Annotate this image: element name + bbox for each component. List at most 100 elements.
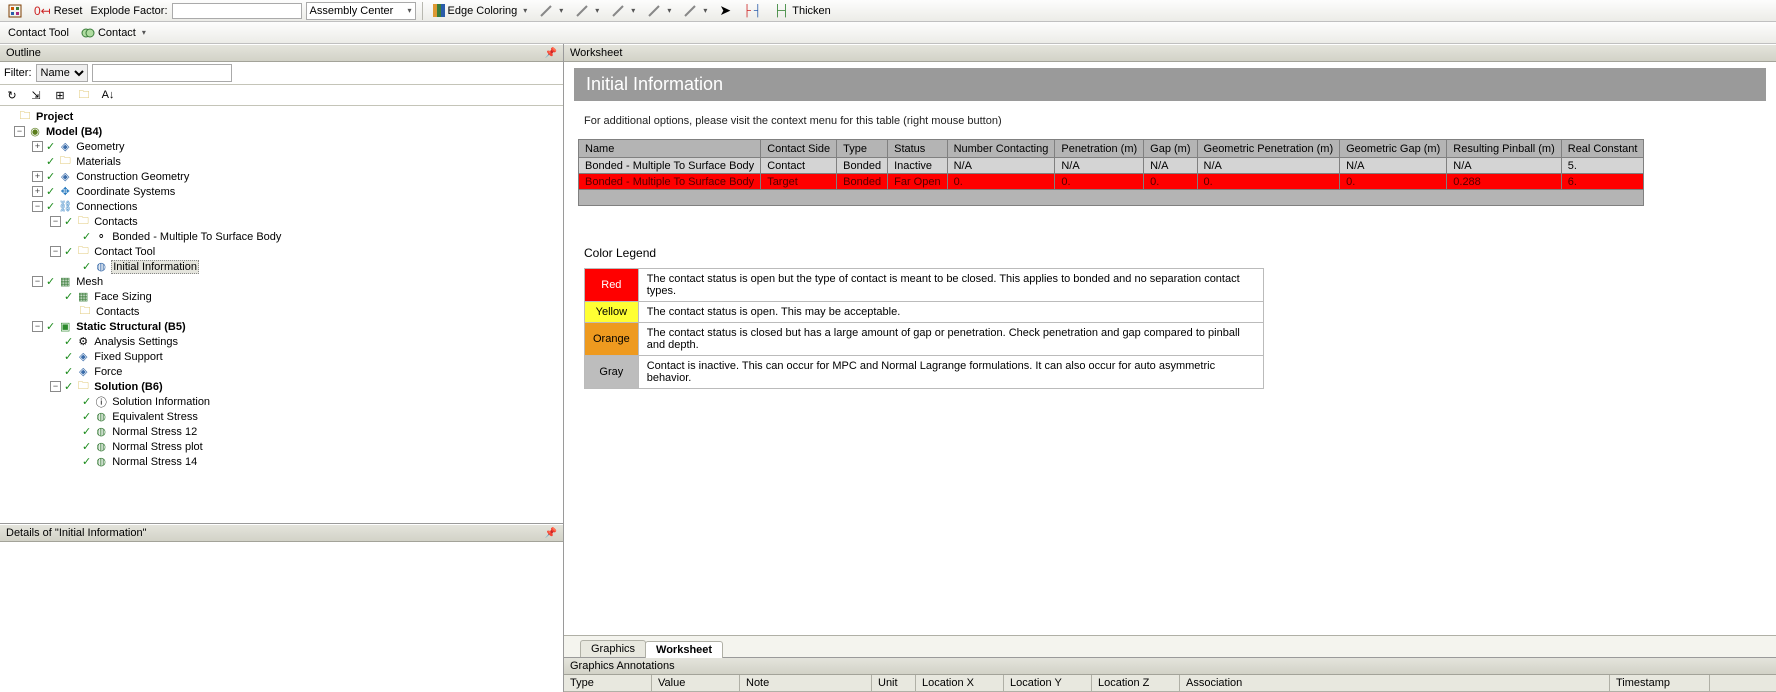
tree-connections[interactable]: Connections — [75, 201, 138, 213]
expander[interactable]: − — [50, 216, 61, 227]
tree-solution[interactable]: Solution (B6) — [93, 381, 163, 393]
tree-contact-tool[interactable]: Contact Tool — [93, 246, 156, 258]
expander[interactable]: − — [50, 246, 61, 257]
pin-icon[interactable]: 📌 — [545, 48, 557, 59]
tree-solinfo[interactable]: Solution Information — [111, 396, 211, 408]
contact-tool-button[interactable]: Contact Tool — [4, 26, 73, 40]
tree-analysis[interactable]: Analysis Settings — [93, 336, 179, 348]
tree-contacts2[interactable]: Contacts — [95, 306, 140, 318]
table-header[interactable]: Number Contacting — [947, 140, 1055, 158]
explode-factor-input[interactable] — [172, 3, 302, 19]
tab-worksheet[interactable]: Worksheet — [645, 641, 723, 658]
wire-tool-1[interactable] — [535, 3, 567, 19]
tree-constr-geom[interactable]: Construction Geometry — [75, 171, 190, 183]
reset-button[interactable]: 0↤ Reset — [30, 3, 86, 19]
expander[interactable]: + — [32, 141, 43, 152]
tree-ns14[interactable]: Normal Stress 14 — [111, 456, 198, 468]
check-icon: ✓ — [64, 365, 73, 378]
thicken-button[interactable]: ├┤ Thicken — [770, 4, 835, 18]
annotations-col[interactable]: Timestamp — [1610, 675, 1710, 691]
refresh-icon[interactable]: ↻ — [4, 87, 20, 103]
filter-text-input[interactable] — [92, 64, 232, 82]
table-header[interactable]: Geometric Penetration (m) — [1197, 140, 1340, 158]
tree-model[interactable]: Model (B4) — [45, 126, 103, 138]
contact-status-table[interactable]: NameContact SideTypeStatusNumber Contact… — [578, 139, 1644, 206]
expander[interactable]: − — [50, 381, 61, 392]
annotations-col[interactable]: Location Y — [1004, 675, 1092, 691]
tree-project[interactable]: Project — [35, 111, 74, 123]
table-header[interactable]: Real Constant — [1561, 140, 1644, 158]
wire-tool-3[interactable] — [607, 3, 639, 19]
static-icon: ▣ — [58, 320, 72, 334]
annotations-col[interactable]: Unit — [872, 675, 916, 691]
expander[interactable]: + — [32, 186, 43, 197]
outline-title: Outline — [6, 47, 41, 59]
random-colors-icon[interactable] — [4, 3, 26, 19]
wire-tool-4[interactable] — [643, 3, 675, 19]
tree-fixed[interactable]: Fixed Support — [93, 351, 163, 363]
table-header[interactable]: Gap (m) — [1144, 140, 1197, 158]
annotations-col[interactable]: Location X — [916, 675, 1004, 691]
expander[interactable]: − — [32, 321, 43, 332]
tree-materials[interactable]: Materials — [75, 156, 122, 168]
table-header[interactable]: Resulting Pinball (m) — [1447, 140, 1561, 158]
tab-graphics[interactable]: Graphics — [580, 640, 646, 657]
expander[interactable]: − — [32, 201, 43, 212]
contact-dropdown[interactable]: Contact — [77, 25, 150, 41]
details-body — [0, 542, 563, 692]
table-cell: Bonded - Multiple To Surface Body — [579, 174, 761, 190]
table-header[interactable]: Contact Side — [761, 140, 837, 158]
check-icon: ✓ — [82, 395, 91, 408]
tree-initial-info[interactable]: Initial Information — [111, 260, 199, 274]
table-header[interactable]: Type — [837, 140, 888, 158]
initinfo-icon: ◍ — [94, 260, 108, 274]
annotations-col[interactable]: Association — [1180, 675, 1610, 691]
measure-tool[interactable]: ├┤ — [739, 4, 766, 18]
edge-coloring-button[interactable]: Edge Coloring — [429, 3, 532, 18]
sort-icon[interactable]: A↓ — [100, 87, 116, 103]
legend-swatch: Red — [585, 269, 639, 302]
wire-tool-2[interactable] — [571, 3, 603, 19]
wire-tool-5[interactable] — [679, 3, 711, 19]
outline-tree[interactable]: 🗀Project −◉Model (B4) +✓◈Geometry ✓🗀Mate… — [0, 106, 563, 523]
ns14-icon: ◍ — [94, 455, 108, 469]
tree-bonded[interactable]: Bonded - Multiple To Surface Body — [111, 231, 282, 243]
view-tabs: Graphics Worksheet — [564, 635, 1776, 657]
thicken-label: Thicken — [792, 5, 831, 17]
tree-nsplot[interactable]: Normal Stress plot — [111, 441, 203, 453]
collapse-icon[interactable]: ⊞ — [52, 87, 68, 103]
annotations-col[interactable]: Location Z — [1092, 675, 1180, 691]
tree-ns12[interactable]: Normal Stress 12 — [111, 426, 198, 438]
tree-face-sizing[interactable]: Face Sizing — [93, 291, 152, 303]
tree-mesh[interactable]: Mesh — [75, 276, 104, 288]
expander[interactable]: + — [32, 171, 43, 182]
legend-desc: The contact status is closed but has a l… — [638, 323, 1263, 356]
tree-geometry[interactable]: Geometry — [75, 141, 125, 153]
pin-icon[interactable]: 📌 — [545, 528, 557, 539]
table-cell: 6. — [1561, 174, 1644, 190]
folder-icon[interactable]: 🗀 — [76, 87, 92, 103]
tree-force[interactable]: Force — [93, 366, 123, 378]
table-header[interactable]: Name — [579, 140, 761, 158]
table-header[interactable]: Status — [888, 140, 947, 158]
tree-static[interactable]: Static Structural (B5) — [75, 321, 186, 333]
assembly-center-combo[interactable]: Assembly Center — [306, 2, 416, 20]
table-header[interactable]: Penetration (m) — [1055, 140, 1144, 158]
tree-eqstress[interactable]: Equivalent Stress — [111, 411, 199, 423]
annotations-col[interactable]: Note — [740, 675, 872, 691]
annotations-col[interactable]: Value — [652, 675, 740, 691]
tree-coord[interactable]: Coordinate Systems — [75, 186, 176, 198]
table-row[interactable]: Bonded - Multiple To Surface BodyContact… — [579, 158, 1644, 174]
filter-type-select[interactable]: Name — [36, 64, 88, 82]
table-header[interactable]: Geometric Gap (m) — [1340, 140, 1447, 158]
expander[interactable]: − — [14, 126, 25, 137]
table-cell: Far Open — [888, 174, 947, 190]
cursor-tool[interactable]: ➤ — [715, 1, 735, 20]
annotations-col[interactable]: Type — [564, 675, 652, 691]
table-cell: 0. — [947, 174, 1055, 190]
expander[interactable]: − — [32, 276, 43, 287]
table-row[interactable]: Bonded - Multiple To Surface BodyTargetB… — [579, 174, 1644, 190]
project-icon: 🗀 — [18, 110, 32, 124]
tree-contacts[interactable]: Contacts — [93, 216, 138, 228]
expand-icon[interactable]: ⇲ — [28, 87, 44, 103]
